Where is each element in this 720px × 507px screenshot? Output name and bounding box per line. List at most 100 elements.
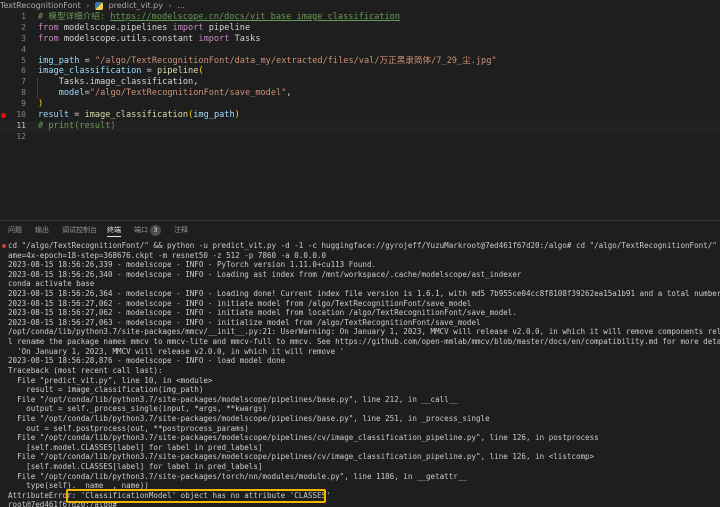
breadcrumb-separator-icon: › bbox=[86, 1, 90, 10]
panel-tab-label: 调试控制台 bbox=[62, 226, 97, 234]
terminal-line-text: File "/opt/conda/lib/python3.7/site-pack… bbox=[8, 452, 595, 462]
line-number: 6 bbox=[21, 66, 26, 76]
line-number: 1 bbox=[21, 12, 26, 21]
terminal-line: 2023-08-15 18:56:26,339 - modelscope - I… bbox=[0, 260, 720, 270]
code-text: model="/algo/TextRecognitionFont/save_mo… bbox=[38, 88, 292, 99]
breadcrumb-separator-icon: › bbox=[168, 1, 172, 10]
code-token: https://modelscope.cn/docs/vit_base_imag… bbox=[110, 12, 401, 22]
breadcrumb-file[interactable]: predict_vit.py bbox=[109, 0, 163, 12]
code-token: = bbox=[141, 66, 158, 77]
terminal-line-text: output = self._process_single(input, *ar… bbox=[8, 404, 267, 414]
code-token: = bbox=[69, 110, 85, 121]
code-editor[interactable]: 1 # 模型详细介绍: https://modelscope.cn/docs/vi… bbox=[0, 12, 720, 220]
code-line[interactable]: 1 # 模型详细介绍: https://modelscope.cn/docs/vi… bbox=[0, 12, 720, 23]
panel-divider[interactable] bbox=[0, 220, 720, 221]
terminal-line: Traceback (most recent call last): bbox=[0, 366, 720, 376]
terminal-line-text: result = image_classification(img_path) bbox=[8, 385, 204, 395]
error-highlight-box bbox=[66, 489, 326, 503]
terminal-output[interactable]: cd "/algo/TextRecognitionFont/" && pytho… bbox=[0, 241, 720, 507]
terminal-line-text: cd "/algo/TextRecognitionFont/" && pytho… bbox=[8, 241, 717, 250]
code-line[interactable]: 7 Tasks.image_classification, bbox=[0, 77, 720, 89]
breadcrumb-symbol[interactable]: ... bbox=[177, 0, 185, 12]
code-line[interactable]: 10 result = image_classification(img_path… bbox=[0, 110, 720, 121]
code-token: Tasks.image_classification, bbox=[38, 77, 199, 88]
panel-tab-5[interactable]: 端口 3 bbox=[134, 222, 161, 238]
panel-tab-2[interactable]: 输出 bbox=[35, 222, 49, 238]
terminal-line: File "/opt/conda/lib/python3.7/site-pack… bbox=[0, 452, 720, 462]
code-token: Tasks bbox=[229, 33, 261, 44]
line-number: 4 bbox=[21, 44, 26, 54]
panel-tab-bar: 问题 输出 调试控制台 终端 端口 3 注释 bbox=[0, 222, 720, 238]
code-line[interactable]: 2 from modelscope.pipelines import pipeli… bbox=[0, 23, 720, 34]
terminal-line-text: 2023-08-15 18:56:27,062 - modelscope - I… bbox=[8, 298, 472, 308]
terminal-line-text: l rename the package names mmcv to mmcv-… bbox=[8, 337, 720, 347]
terminal-line-text: Traceback (most recent call last): bbox=[8, 365, 163, 375]
terminal-line-text: File "/opt/conda/lib/python3.7/site-pack… bbox=[8, 413, 490, 423]
code-line[interactable]: 12 bbox=[0, 132, 720, 143]
line-number: 3 bbox=[21, 33, 26, 43]
code-text: image_classification = pipeline( bbox=[38, 66, 204, 77]
panel-tab-3[interactable]: 调试控制台 bbox=[62, 222, 97, 238]
terminal-line-text: 2023-08-15 18:56:27,063 - modelscope - I… bbox=[8, 317, 481, 327]
terminal-line: 2023-08-15 18:56:27,063 - modelscope - I… bbox=[0, 318, 720, 328]
code-line[interactable]: 11 # print(result) bbox=[0, 120, 720, 132]
terminal-line-text: [self.model.CLASSES[label] for label in … bbox=[8, 442, 263, 452]
code-line[interactable]: 3 from modelscope.utils.constant import T… bbox=[0, 34, 720, 45]
code-line[interactable]: 4 bbox=[0, 45, 720, 56]
panel-tab-label: 注释 bbox=[174, 226, 188, 234]
line-number: 2 bbox=[21, 22, 26, 32]
code-token: image_classification bbox=[84, 110, 189, 121]
breadcrumb-folder[interactable]: TextRecognitionFont bbox=[0, 0, 81, 12]
terminal-line-text: ame=4x-epoch=18-step=368676.ckpt -m resn… bbox=[8, 250, 327, 260]
ports-count-badge: 3 bbox=[150, 224, 161, 236]
line-number: 5 bbox=[21, 55, 26, 65]
code-token: from bbox=[38, 33, 59, 44]
code-line[interactable]: 5 img_path = "/algo/TextRecognitionFont/d… bbox=[0, 56, 720, 67]
panel-tab-label: 输出 bbox=[35, 226, 49, 234]
code-token: modelscope.pipelines bbox=[58, 22, 173, 33]
terminal-line-text: File "/opt/conda/lib/python3.7/site-pack… bbox=[8, 394, 458, 404]
panel-tab-6[interactable]: 注释 bbox=[174, 222, 188, 238]
terminal-line-text: 'On January 1, 2023, MMCV will release v… bbox=[8, 346, 345, 356]
code-token: , bbox=[286, 88, 292, 99]
code-token: "/algo/TextRecognitionFont/save_model" bbox=[89, 88, 287, 99]
line-number: 11 bbox=[16, 120, 26, 130]
command-failed-icon[interactable] bbox=[2, 244, 6, 248]
terminal-line: l rename the package names mmcv to mmcv-… bbox=[0, 337, 720, 347]
code-token: = bbox=[79, 55, 95, 66]
terminal-line-text: File "predict_vit.py", line 10, in <modu… bbox=[8, 375, 213, 385]
terminal-line: out = self.postprocess(out, **postproces… bbox=[0, 424, 720, 434]
terminal-line: File "/opt/conda/lib/python3.7/site-pack… bbox=[0, 472, 720, 482]
terminal-line-text: [self.model.CLASSES[label] for label in … bbox=[8, 462, 263, 472]
code-text: result = image_classification(img_path) bbox=[38, 110, 240, 121]
code-token: ) bbox=[38, 99, 44, 110]
code-token: img_path bbox=[38, 55, 80, 66]
code-token: result bbox=[38, 110, 70, 121]
terminal-line-text: 2023-08-15 18:56:26,340 - modelscope - I… bbox=[8, 269, 522, 279]
panel-tab-label: 端口 bbox=[134, 226, 148, 234]
terminal-line: File "predict_vit.py", line 10, in <modu… bbox=[0, 376, 720, 386]
terminal-line: 2023-08-15 18:56:27,062 - modelscope - I… bbox=[0, 308, 720, 318]
panel-tab-4[interactable]: 终端 bbox=[107, 222, 121, 237]
terminal-line: output = self._process_single(input, *ar… bbox=[0, 404, 720, 414]
terminal-line-text: 2023-08-15 18:56:28,876 - modelscope - I… bbox=[8, 356, 286, 366]
code-text: # print(result) bbox=[38, 121, 116, 132]
terminal-line: 'On January 1, 2023, MMCV will release v… bbox=[0, 347, 720, 357]
code-line[interactable]: 9) bbox=[0, 99, 720, 110]
code-text: img_path = "/algo/TextRecognitionFont/da… bbox=[38, 56, 497, 67]
code-line[interactable]: 8 model="/algo/TextRecognitionFont/save_… bbox=[0, 88, 720, 100]
breakpoint-icon[interactable] bbox=[1, 113, 6, 119]
code-token: pipeline bbox=[203, 22, 251, 33]
terminal-line: 2023-08-15 18:56:27,062 - modelscope - I… bbox=[0, 299, 720, 309]
code-token: # 模型详细介绍: bbox=[38, 12, 111, 22]
panel-tab-1[interactable]: 问题 bbox=[8, 222, 22, 238]
terminal-line: 2023-08-15 18:56:26,364 - modelscope - I… bbox=[0, 289, 720, 299]
code-token: img_path bbox=[193, 110, 235, 121]
terminal-line: cd "/algo/TextRecognitionFont/" && pytho… bbox=[0, 241, 720, 251]
code-line[interactable]: 6 image_classification = pipeline( bbox=[0, 66, 720, 77]
code-text: ) bbox=[38, 99, 43, 110]
breadcrumb: TextRecognitionFont › predict_vit.py › .… bbox=[0, 0, 720, 12]
panel-tab-label: 问题 bbox=[8, 226, 22, 234]
terminal-line-text: out = self.postprocess(out, **postproces… bbox=[8, 423, 249, 433]
terminal-line-text: conda activate base bbox=[8, 279, 95, 289]
